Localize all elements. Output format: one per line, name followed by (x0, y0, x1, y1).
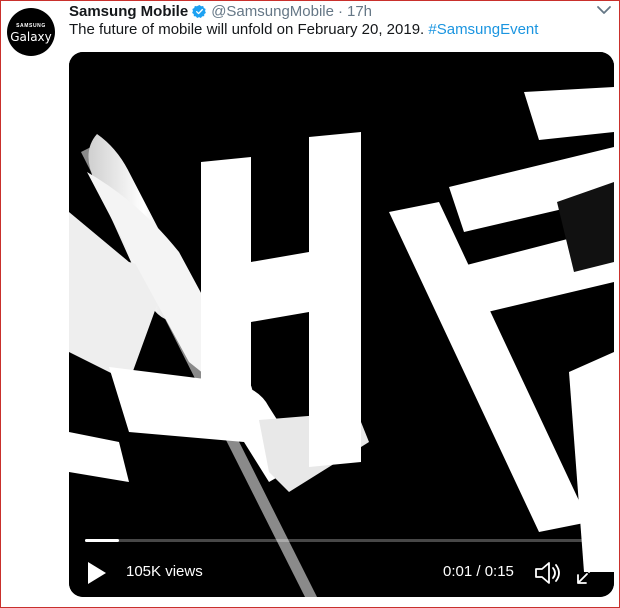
avatar-product-text: Galaxy (10, 29, 52, 44)
view-count: 105K views (126, 563, 203, 580)
video-player[interactable]: 105K views 0:01 / 0:15 (69, 52, 614, 597)
video-controls: 105K views 0:01 / 0:15 (69, 548, 614, 597)
video-frame (69, 52, 614, 597)
tweet-timestamp[interactable]: 17h (347, 3, 372, 20)
hashtag-link[interactable]: #SamsungEvent (428, 21, 538, 38)
avatar-brand-text: SAMSUNG (16, 22, 46, 29)
tweet-container: SAMSUNG Galaxy Samsung Mobile @SamsungMo… (0, 0, 620, 608)
chevron-down-icon[interactable] (595, 3, 613, 17)
video-progress-fill (85, 539, 120, 542)
separator-dot: · (337, 2, 343, 20)
display-name[interactable]: Samsung Mobile (69, 3, 188, 20)
play-icon[interactable] (86, 560, 108, 586)
avatar[interactable]: SAMSUNG Galaxy (7, 8, 55, 56)
volume-muted-icon[interactable] (533, 559, 563, 587)
video-progress-bar[interactable] (85, 539, 598, 542)
video-time: 0:01 / 0:15 (443, 563, 514, 580)
tweet-header: Samsung Mobile @SamsungMobile · 17h (69, 1, 372, 21)
user-handle[interactable]: @SamsungMobile (211, 3, 334, 20)
fullscreen-icon[interactable] (575, 560, 601, 586)
verified-badge-icon (192, 4, 207, 18)
tweet-body: The future of mobile will unfold on Febr… (69, 21, 425, 38)
tweet-text: The future of mobile will unfold on Febr… (69, 20, 538, 40)
